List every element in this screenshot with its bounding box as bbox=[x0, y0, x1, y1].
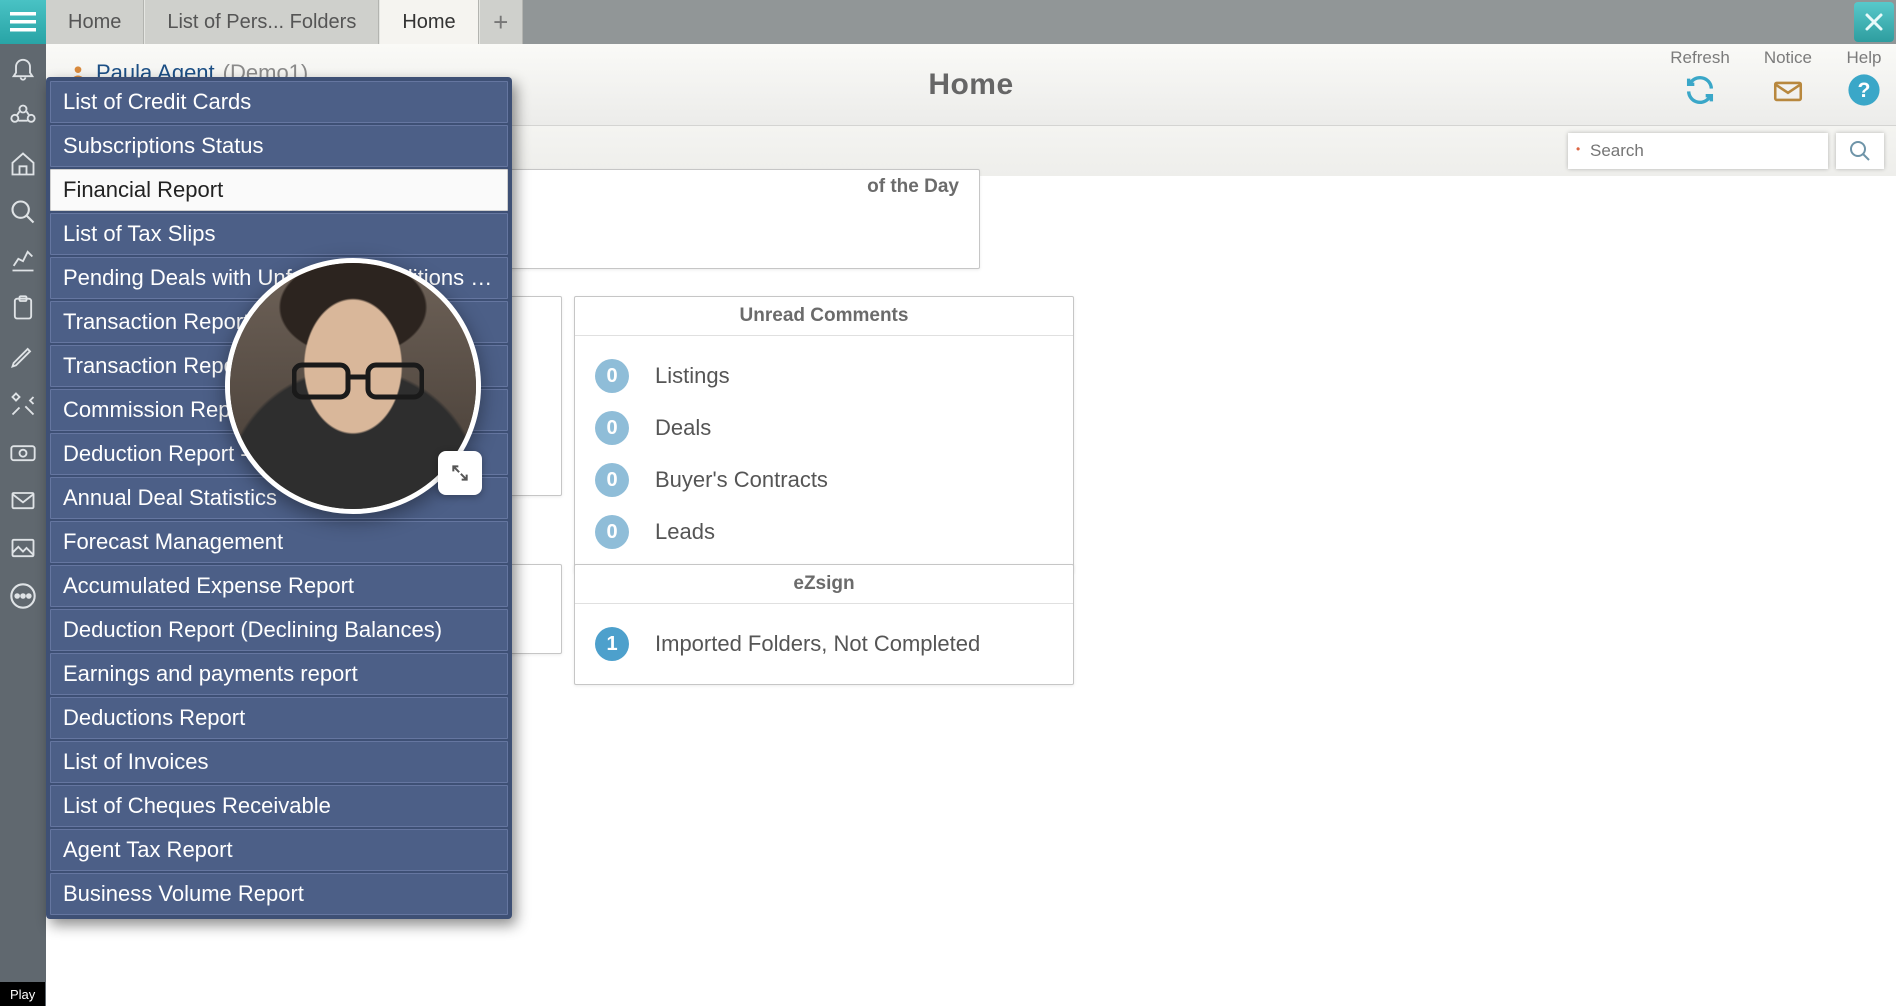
tab-label: Home bbox=[402, 11, 455, 34]
search-icon[interactable] bbox=[7, 196, 39, 228]
search-input[interactable] bbox=[1568, 133, 1828, 169]
mail-icon[interactable] bbox=[7, 484, 39, 516]
count-badge: 0 bbox=[595, 411, 629, 445]
help-icon: ? bbox=[1846, 72, 1882, 108]
header-actions: Refresh Notice Help ? bbox=[1670, 48, 1882, 108]
flyout-item[interactable]: Agent Tax Report bbox=[50, 829, 508, 871]
presenter-bubble[interactable] bbox=[225, 258, 481, 514]
tab-list-folders[interactable]: List of Pers... Folders bbox=[144, 0, 379, 44]
flyout-item[interactable]: List of Cheques Receivable bbox=[50, 785, 508, 827]
flyout-item[interactable]: Accumulated Expense Report bbox=[50, 565, 508, 607]
ezsign-title: eZsign bbox=[575, 565, 1073, 604]
count-badge: 0 bbox=[595, 359, 629, 393]
close-button[interactable] bbox=[1854, 2, 1894, 42]
expand-bubble-button[interactable] bbox=[438, 451, 482, 495]
row-label: Listings bbox=[655, 363, 730, 389]
help-label: Help bbox=[1847, 48, 1882, 68]
tab-add[interactable]: + bbox=[479, 0, 523, 44]
expand-icon bbox=[450, 463, 470, 483]
home-icon[interactable] bbox=[7, 148, 39, 180]
unread-row-listings[interactable]: 0 Listings bbox=[595, 350, 1053, 402]
unread-row-buyers[interactable]: 0 Buyer's Contracts bbox=[595, 454, 1053, 506]
help-button[interactable]: Help ? bbox=[1846, 48, 1882, 108]
svg-text:?: ? bbox=[1858, 78, 1871, 102]
reports-flyout: List of Credit CardsSubscriptions Status… bbox=[46, 77, 512, 919]
flyout-item[interactable]: Forecast Management bbox=[50, 521, 508, 563]
tab-home-active[interactable]: Home bbox=[379, 0, 478, 44]
refresh-icon bbox=[1682, 72, 1718, 108]
notice-icon bbox=[1770, 72, 1806, 108]
row-label: Imported Folders, Not Completed bbox=[655, 631, 980, 657]
flyout-item[interactable]: Financial Report bbox=[50, 169, 508, 211]
glasses-icon bbox=[292, 359, 424, 401]
search-button[interactable] bbox=[1836, 133, 1884, 169]
play-label: Play bbox=[10, 987, 35, 1002]
chart-icon[interactable] bbox=[7, 244, 39, 276]
hamburger-button[interactable] bbox=[0, 0, 46, 44]
search-required-dot: • bbox=[1576, 142, 1580, 156]
plus-icon: + bbox=[493, 7, 508, 38]
page-title: Home bbox=[928, 68, 1013, 102]
image-icon[interactable] bbox=[7, 532, 39, 564]
ezsign-panel: eZsign 1 Imported Folders, Not Completed bbox=[574, 564, 1074, 685]
clipboard-icon[interactable] bbox=[7, 292, 39, 324]
unread-row-leads[interactable]: 0 Leads bbox=[595, 506, 1053, 558]
notice-label: Notice bbox=[1764, 48, 1812, 68]
tools-icon[interactable] bbox=[7, 388, 39, 420]
notice-button[interactable]: Notice bbox=[1764, 48, 1812, 108]
ezsign-row-imported[interactable]: 1 Imported Folders, Not Completed bbox=[595, 618, 1053, 670]
refresh-label: Refresh bbox=[1670, 48, 1730, 68]
more-icon[interactable] bbox=[7, 580, 39, 612]
tab-label: List of Pers... Folders bbox=[167, 11, 356, 34]
flyout-item[interactable]: List of Invoices bbox=[50, 741, 508, 783]
play-overlay[interactable]: Play bbox=[0, 982, 45, 1006]
money-icon[interactable] bbox=[7, 436, 39, 468]
hamburger-icon bbox=[10, 12, 36, 32]
count-badge: 0 bbox=[595, 515, 629, 549]
flyout-item[interactable]: Subscriptions Status bbox=[50, 125, 508, 167]
left-rail bbox=[0, 44, 46, 1006]
flyout-item[interactable]: Business Volume Report bbox=[50, 873, 508, 915]
refresh-button[interactable]: Refresh bbox=[1670, 48, 1730, 108]
flyout-item[interactable]: Deduction Report (Declining Balances) bbox=[50, 609, 508, 651]
row-label: Deals bbox=[655, 415, 711, 441]
magnifier-icon bbox=[1848, 139, 1872, 163]
group-icon[interactable] bbox=[7, 100, 39, 132]
bell-icon[interactable] bbox=[7, 52, 39, 84]
flyout-item[interactable]: Deductions Report bbox=[50, 697, 508, 739]
unread-row-deals[interactable]: 0 Deals bbox=[595, 402, 1053, 454]
pen-icon[interactable] bbox=[7, 340, 39, 372]
row-label: Buyer's Contracts bbox=[655, 467, 828, 493]
tab-label: Home bbox=[68, 11, 121, 34]
flyout-item[interactable]: List of Tax Slips bbox=[50, 213, 508, 255]
tab-bar: Home List of Pers... Folders Home + bbox=[0, 0, 1896, 44]
count-badge: 0 bbox=[595, 463, 629, 497]
close-icon bbox=[1864, 12, 1884, 32]
flyout-item[interactable]: List of Credit Cards bbox=[50, 81, 508, 123]
flyout-item[interactable]: Earnings and payments report bbox=[50, 653, 508, 695]
count-badge: 1 bbox=[595, 627, 629, 661]
unread-panel: Unread Comments 0 Listings 0 Deals 0 Buyer'… bbox=[574, 296, 1074, 573]
row-label: Leads bbox=[655, 519, 715, 545]
unread-title: Unread Comments bbox=[575, 297, 1073, 336]
tab-home-1[interactable]: Home bbox=[46, 0, 144, 44]
agenda-title: of the Day bbox=[867, 176, 959, 198]
